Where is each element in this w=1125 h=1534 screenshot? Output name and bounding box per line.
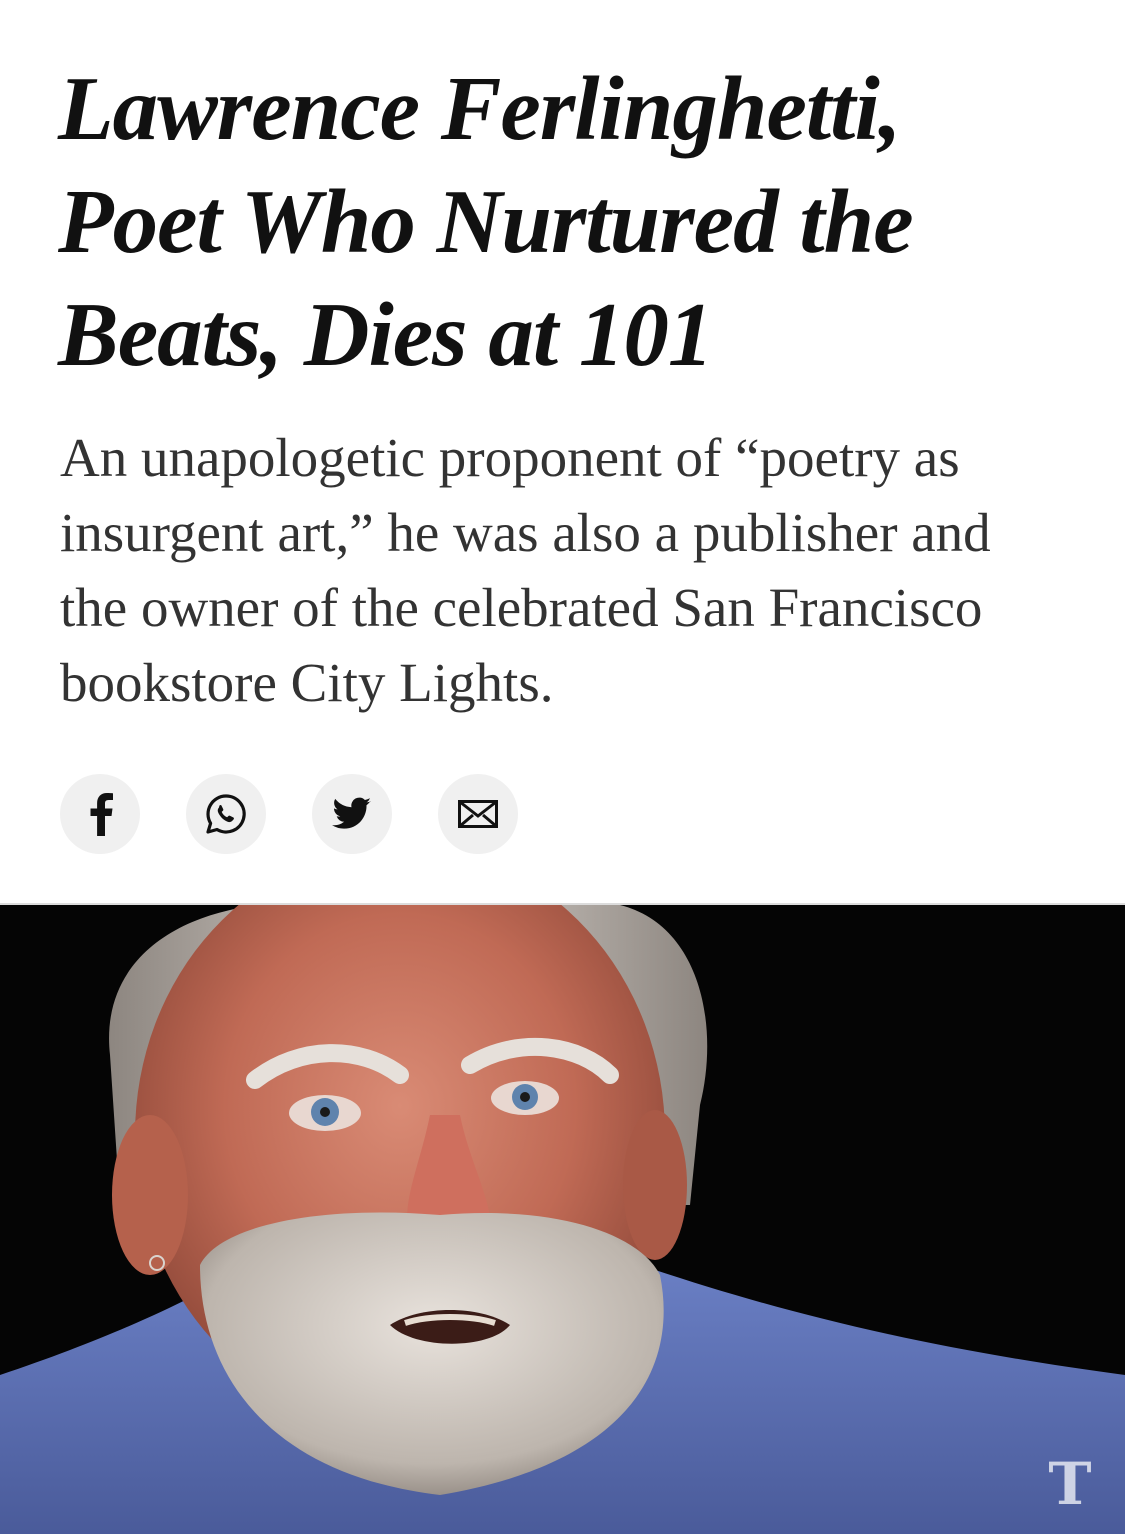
lead-image[interactable]: T	[0, 905, 1125, 1534]
twitter-icon	[332, 797, 371, 829]
facebook-icon	[90, 793, 113, 836]
share-twitter-button[interactable]	[312, 774, 392, 854]
article-header: Lawrence Ferlinghetti, Poet Who Nurtured…	[0, 0, 1125, 905]
share-bar	[60, 774, 518, 854]
share-whatsapp-button[interactable]	[186, 774, 266, 854]
share-facebook-button[interactable]	[60, 774, 140, 854]
headline: Lawrence Ferlinghetti, Poet Who Nurtured…	[58, 58, 914, 385]
whatsapp-icon	[206, 794, 246, 834]
portrait-illustration	[0, 905, 1125, 1534]
email-icon	[458, 800, 498, 828]
nyt-logo-icon: T	[1048, 1450, 1092, 1518]
article-summary: An unapologetic proponent of “poetry as …	[60, 427, 991, 713]
share-email-button[interactable]	[438, 774, 518, 854]
